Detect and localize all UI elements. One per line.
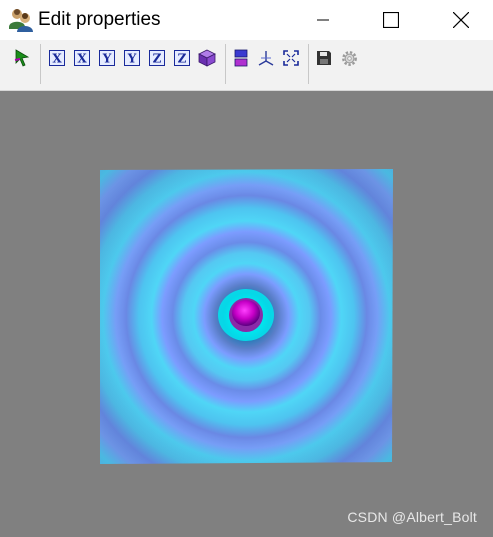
rotate-y-pos-button[interactable]: Y xyxy=(121,47,143,69)
window-title: Edit properties xyxy=(38,9,161,30)
colorbar-icon xyxy=(234,49,248,67)
toolbar: X X Y Y Z Z xyxy=(0,40,493,91)
save-button[interactable] xyxy=(313,47,335,69)
watermark: CSDN @Albert_Bolt xyxy=(347,509,477,525)
colorbar-button[interactable] xyxy=(230,47,252,69)
cube-icon xyxy=(198,49,216,67)
rotate-z-pos-icon: Z xyxy=(174,50,190,66)
rotate-x-pos-icon: X xyxy=(74,50,90,66)
ripple-surface[interactable] xyxy=(0,91,493,537)
rotate-x-neg-button[interactable]: X xyxy=(46,47,68,69)
rotate-z-neg-button[interactable]: Z xyxy=(146,47,168,69)
maximize-icon xyxy=(383,12,399,28)
select-arrow-icon xyxy=(14,49,30,67)
rotate-x-neg-icon: X xyxy=(49,50,65,66)
rotate-z-pos-button[interactable]: Z xyxy=(171,47,193,69)
minimize-button[interactable] xyxy=(288,0,358,40)
users-icon xyxy=(9,9,33,32)
minimize-icon xyxy=(317,19,329,21)
title-bar: Edit properties xyxy=(0,0,493,40)
rotate-x-neg-label: X xyxy=(52,52,62,66)
close-icon xyxy=(453,12,469,28)
rotate-y-neg-button[interactable]: Y xyxy=(96,47,118,69)
plot-viewport[interactable]: CSDN @Albert_Bolt xyxy=(0,91,493,537)
save-icon xyxy=(317,51,331,65)
fit-view-button[interactable] xyxy=(280,47,302,69)
axes-icon xyxy=(258,51,274,66)
toolbar-separator xyxy=(225,44,226,84)
fit-view-icon xyxy=(283,50,299,66)
rotate-y-neg-label: Y xyxy=(102,52,112,66)
rotate-z-pos-label: Z xyxy=(178,52,187,66)
rotate-y-pos-label: Y xyxy=(127,52,137,66)
rotate-y-neg-icon: Y xyxy=(99,50,115,66)
cube-view-button[interactable] xyxy=(196,47,218,69)
toolbar-separator xyxy=(308,44,309,84)
surface-peak xyxy=(218,289,274,341)
close-button[interactable] xyxy=(426,0,493,40)
rotate-z-neg-label: Z xyxy=(153,52,162,66)
rotate-y-pos-icon: Y xyxy=(124,50,140,66)
axes-button[interactable] xyxy=(255,47,277,69)
settings-button[interactable] xyxy=(338,47,360,69)
maximize-button[interactable] xyxy=(356,0,426,40)
rotate-x-pos-button[interactable]: X xyxy=(71,47,93,69)
toolbar-separator xyxy=(40,44,41,84)
settings-icon xyxy=(341,50,357,66)
select-arrow-button[interactable] xyxy=(11,47,33,69)
rotate-x-pos-label: X xyxy=(77,52,87,66)
rotate-z-neg-icon: Z xyxy=(149,50,165,66)
